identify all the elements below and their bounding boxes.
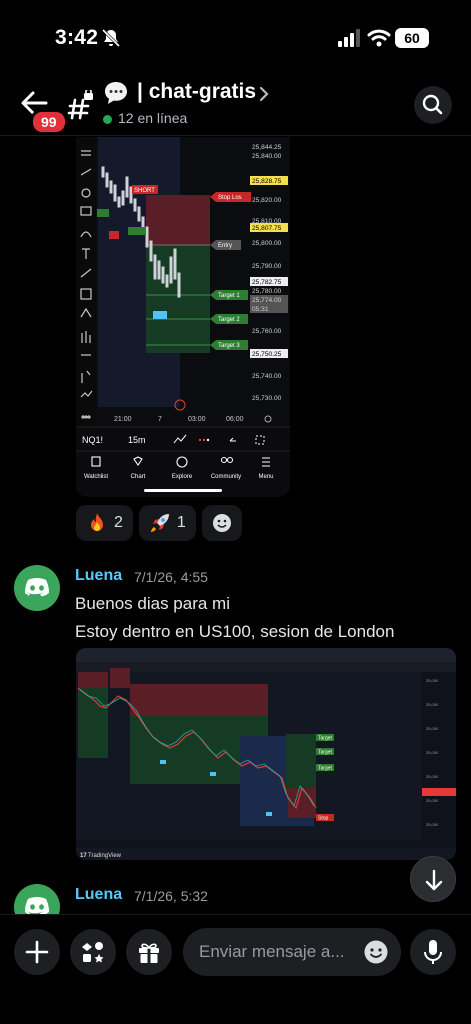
svg-text:Target 2: Target 2: [218, 317, 240, 323]
apps-icon: [82, 942, 104, 963]
attach-button[interactable]: [14, 929, 60, 975]
svg-text:25,828.75: 25,828.75: [252, 178, 282, 185]
message-input-placeholder: Enviar mensaje a...: [199, 942, 345, 961]
scroll-to-bottom-button[interactable]: [410, 856, 456, 902]
svg-text:06:00: 06:00: [226, 416, 244, 423]
smiley-add-icon: [212, 514, 231, 532]
emoji-icon[interactable]: [363, 939, 389, 965]
channel-header: 99 | chat-gratis 12 en línea: [0, 72, 471, 136]
svg-text:25,820.00: 25,820.00: [252, 197, 282, 204]
online-count: 12 en línea: [103, 110, 187, 126]
gift-button[interactable]: [126, 929, 172, 975]
reaction-rocket[interactable]: 1: [138, 505, 196, 541]
svg-text:Target: Target: [318, 750, 333, 756]
message-composer: Enviar mensaje a...: [0, 914, 471, 1024]
bell-muted-icon: [101, 28, 121, 48]
online-dot: [103, 114, 112, 124]
svg-text:25,730.00: 25,730.00: [252, 395, 282, 402]
svg-text:NQ1!: NQ1!: [82, 435, 103, 445]
svg-text:25,000: 25,000: [426, 678, 439, 683]
svg-text:21:00: 21:00: [114, 416, 132, 423]
search-icon: [422, 94, 443, 115]
reaction-count: 1: [176, 514, 186, 531]
svg-text:25,000: 25,000: [426, 774, 439, 779]
svg-text:25,800.00: 25,800.00: [252, 240, 282, 247]
svg-text:25,807.75: 25,807.75: [252, 225, 282, 232]
fire-icon: [91, 513, 103, 531]
svg-text:25,000: 25,000: [426, 726, 439, 731]
message: Luena 7/1/26, 5:32: [14, 884, 464, 930]
entry-tag: Entry: [218, 243, 232, 249]
svg-text:Target: Target: [318, 736, 333, 742]
tradingview-screenshot-attachment[interactable]: Target Target Target Stop 25,000 25,000 25…: [76, 648, 456, 860]
add-reaction-button[interactable]: [201, 505, 242, 541]
gift-icon: [139, 943, 159, 963]
message-text: Estoy dentro en US100, sesion de London: [75, 622, 395, 641]
speech-bubble-icon: [105, 82, 127, 104]
trading-chart-image: SHORT Stop Los Entry Target 1 Target 2 T…: [76, 137, 290, 497]
locked-channel-icon: [67, 90, 93, 120]
svg-text:25,774.00: 25,774.00: [252, 297, 282, 304]
message-timestamp: 7/1/26, 5:32: [134, 888, 208, 904]
reaction-fire[interactable]: 2: [76, 505, 133, 541]
author-name[interactable]: Luena: [75, 567, 122, 585]
message-text: Buenos dias para mi: [75, 594, 230, 613]
channel-title[interactable]: | chat-gratis: [137, 80, 256, 104]
svg-text:Target: Target: [318, 766, 333, 772]
online-text: 12 en línea: [118, 110, 188, 126]
svg-text:Target 3: Target 3: [218, 343, 240, 349]
svg-text:05:31: 05:31: [252, 306, 269, 313]
svg-text:25,000: 25,000: [426, 798, 439, 803]
reaction-count: 2: [114, 514, 123, 531]
search-button[interactable]: [414, 86, 452, 124]
message: Luena 7/1/26, 4:55 Buenos dias para mi E…: [14, 565, 464, 645]
short-tag: SHORT: [134, 188, 155, 194]
svg-text:25,740.00: 25,740.00: [252, 373, 282, 380]
avatar[interactable]: [14, 565, 60, 611]
chevron-right-icon[interactable]: [258, 86, 270, 102]
message-timestamp: 7/1/26, 4:55: [134, 569, 208, 585]
apps-button[interactable]: [70, 929, 116, 975]
svg-text:25,000: 25,000: [426, 822, 439, 827]
author-name[interactable]: Luena: [75, 886, 122, 904]
svg-text:Chart: Chart: [131, 474, 146, 480]
svg-text:Watchlist: Watchlist: [84, 474, 108, 480]
svg-text:25,782.75: 25,782.75: [252, 279, 282, 286]
voice-message-button[interactable]: [410, 929, 456, 975]
reaction-bar: 2 1: [76, 505, 242, 541]
svg-text:03:00: 03:00: [188, 416, 206, 423]
svg-text:25,760.00: 25,760.00: [252, 328, 282, 335]
svg-text:Stop Los: Stop Los: [218, 195, 242, 201]
svg-text:Community: Community: [211, 474, 241, 480]
plus-icon: [25, 940, 49, 964]
status-bar: 3:42 60: [0, 0, 471, 70]
message-input[interactable]: Enviar mensaje a...: [183, 928, 401, 976]
svg-text:Menu: Menu: [258, 474, 273, 480]
svg-text:7: 7: [158, 416, 162, 423]
svg-text:15m: 15m: [128, 435, 146, 445]
svg-text:Target 1: Target 1: [218, 293, 240, 299]
svg-text:25,000: 25,000: [426, 750, 439, 755]
tradingview-chart-image: Target Target Target Stop 25,000 25,000 25…: [76, 648, 456, 860]
svg-text:25,840.00: 25,840.00: [252, 153, 282, 160]
rocket-icon: [150, 514, 169, 532]
wifi-icon: [367, 29, 391, 47]
svg-text:25,790.00: 25,790.00: [252, 263, 282, 270]
chart-screenshot-attachment[interactable]: SHORT Stop Los Entry Target 1 Target 2 T…: [76, 137, 290, 497]
svg-text:17: 17: [80, 853, 87, 859]
battery-indicator: 60: [395, 28, 429, 48]
clock: 3:42: [55, 26, 99, 49]
svg-text:Explore: Explore: [172, 474, 193, 480]
svg-text:25,000: 25,000: [426, 702, 439, 707]
svg-text:25,844.25: 25,844.25: [252, 144, 282, 151]
svg-text:25,750.25: 25,750.25: [252, 351, 282, 358]
tradingview-logo: TradingView: [88, 853, 122, 859]
microphone-icon: [424, 940, 442, 964]
svg-text:Stop: Stop: [318, 816, 329, 822]
discord-logo-icon: [25, 578, 49, 597]
unread-badge: 99: [30, 109, 68, 135]
svg-text:25,780.00: 25,780.00: [252, 288, 282, 295]
arrow-down-icon: [425, 869, 443, 891]
cell-signal-icon: [338, 29, 360, 47]
